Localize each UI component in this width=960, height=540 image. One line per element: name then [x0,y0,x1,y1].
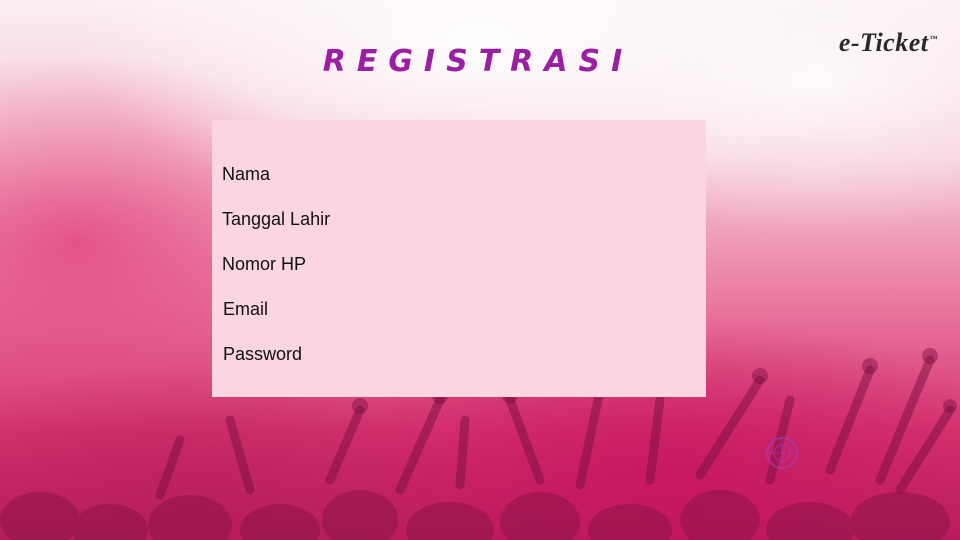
page-title: REGISTRASI [322,44,634,79]
field-label-nomor-hp: Nomor HP [222,254,307,274]
trademark-mark: ™ [929,34,938,44]
emblem-icon [766,437,798,469]
registration-form: Nama Tanggal Lahir Nomor HP Email Passwo… [212,120,706,397]
field-label-nama: Nama [222,164,271,184]
field-label-password: Password [223,344,303,364]
field-label-tanggal-lahir: Tanggal Lahir [222,209,331,229]
field-label-email: Email [223,299,269,319]
